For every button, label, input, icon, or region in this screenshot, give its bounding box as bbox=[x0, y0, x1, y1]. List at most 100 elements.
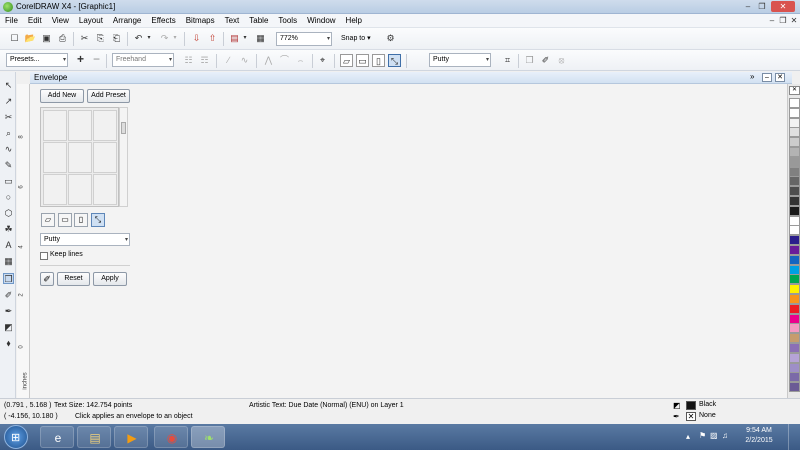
copy-icon[interactable]: ⎘ bbox=[94, 32, 107, 45]
envelope-target-icon[interactable]: ⌖ bbox=[316, 54, 329, 67]
preset-scrollbar[interactable] bbox=[119, 107, 128, 207]
menu-edit[interactable]: Edit bbox=[23, 14, 47, 28]
export-icon[interactable]: ⇧ bbox=[206, 32, 219, 45]
palette-swatch[interactable] bbox=[789, 323, 800, 334]
menu-text[interactable]: Text bbox=[220, 14, 245, 28]
double-arc-mode-icon[interactable]: ▯ bbox=[372, 54, 385, 67]
outline-none-swatch[interactable]: ✕ bbox=[686, 412, 696, 421]
apply-button[interactable]: Apply bbox=[93, 272, 127, 286]
menu-bitmaps[interactable]: Bitmaps bbox=[181, 14, 220, 28]
remove-preset-icon[interactable]: − bbox=[90, 53, 103, 66]
palette-swatch[interactable] bbox=[789, 372, 800, 383]
preset-preview-grid[interactable] bbox=[40, 107, 119, 207]
smooth-node-icon[interactable]: ⌒ bbox=[278, 54, 291, 67]
palette-swatch[interactable] bbox=[789, 98, 800, 108]
palette-swatch[interactable] bbox=[789, 176, 800, 187]
docker-single-arc-mode-icon[interactable]: ▭ bbox=[58, 213, 72, 227]
cusp-node-icon[interactable]: ⋀ bbox=[262, 54, 275, 67]
basic-shapes-tool-icon[interactable]: ☘ bbox=[3, 224, 14, 235]
application-launcher-icon[interactable]: ▤ bbox=[228, 32, 241, 45]
palette-swatch[interactable] bbox=[789, 205, 800, 216]
pick-tool-icon[interactable]: ↖ bbox=[3, 80, 14, 91]
create-envelope-from-icon[interactable]: ❒ bbox=[523, 54, 536, 67]
zoom-tool-icon[interactable]: ⌕ bbox=[3, 128, 14, 139]
keep-lines-checkbox[interactable] bbox=[40, 252, 48, 260]
launcher-dropdown-icon[interactable]: ▾ bbox=[241, 32, 249, 45]
cut-icon[interactable]: ✂ bbox=[78, 32, 91, 45]
no-color-swatch[interactable]: ✕ bbox=[789, 86, 800, 95]
rectangle-tool-icon[interactable]: ▭ bbox=[3, 176, 14, 187]
palette-swatch[interactable] bbox=[789, 382, 800, 393]
palette-swatch[interactable] bbox=[789, 303, 800, 314]
palette-swatch[interactable] bbox=[789, 156, 800, 167]
crop-tool-icon[interactable]: ✂ bbox=[3, 112, 14, 123]
table-tool-icon[interactable]: ▦ bbox=[3, 256, 14, 267]
palette-swatch[interactable] bbox=[789, 127, 800, 138]
taskbar-file-explorer[interactable]: ▤ bbox=[77, 426, 111, 448]
eyedropper-icon[interactable]: ✐ bbox=[539, 54, 552, 67]
palette-swatch[interactable] bbox=[789, 186, 800, 197]
unconstrained-mode-icon[interactable]: ⤡ bbox=[388, 54, 401, 67]
taskbar-coreldraw[interactable]: ❧ bbox=[191, 426, 225, 448]
symmetrical-node-icon[interactable]: ⌢ bbox=[294, 54, 307, 67]
redo-dropdown-icon[interactable]: ▾ bbox=[171, 32, 179, 45]
straight-line-mode-icon[interactable]: ▱ bbox=[340, 54, 353, 67]
reset-button[interactable]: Reset bbox=[57, 272, 90, 286]
palette-swatch[interactable] bbox=[789, 147, 800, 157]
snap-to-button[interactable]: Snap to ▾ bbox=[341, 34, 371, 42]
welcome-screen-icon[interactable]: ▦ bbox=[254, 32, 267, 45]
restore-button[interactable]: ❐ bbox=[755, 1, 769, 12]
scrollbar-thumb[interactable] bbox=[121, 122, 126, 134]
add-preset-button[interactable]: Add Preset bbox=[87, 89, 130, 103]
save-icon[interactable]: ▣ bbox=[40, 32, 53, 45]
menu-tools[interactable]: Tools bbox=[273, 14, 302, 28]
show-desktop-button[interactable] bbox=[788, 424, 800, 450]
paste-icon[interactable]: ⎗ bbox=[110, 32, 123, 45]
palette-swatch[interactable] bbox=[789, 294, 800, 304]
text-tool-icon[interactable]: A bbox=[3, 240, 14, 251]
menu-file[interactable]: File bbox=[0, 14, 23, 28]
add-new-button[interactable]: Add New bbox=[40, 89, 84, 103]
shape-tool-icon[interactable]: ↗ bbox=[3, 96, 14, 107]
eyedropper-tool-icon[interactable]: ✐ bbox=[3, 290, 14, 301]
palette-swatch[interactable] bbox=[789, 235, 800, 246]
palette-swatch[interactable] bbox=[789, 215, 800, 226]
redo-icon[interactable]: ↷ bbox=[158, 32, 171, 45]
fill-swatch[interactable] bbox=[686, 401, 696, 410]
add-node-icon[interactable]: ☷ bbox=[182, 54, 195, 67]
docker-eyedropper-icon[interactable]: ✐ bbox=[40, 272, 54, 286]
palette-swatch[interactable] bbox=[789, 137, 800, 148]
palette-swatch[interactable] bbox=[789, 166, 800, 177]
docker-straight-line-mode-icon[interactable]: ▱ bbox=[41, 213, 55, 227]
minimize-button[interactable]: – bbox=[741, 1, 755, 12]
to-line-icon[interactable]: ∕ bbox=[222, 54, 235, 67]
menu-view[interactable]: View bbox=[47, 14, 74, 28]
print-icon[interactable]: ⎙ bbox=[56, 32, 69, 45]
palette-swatch[interactable] bbox=[789, 264, 800, 275]
envelope-tool-icon[interactable]: ❒ bbox=[3, 273, 14, 284]
menu-help[interactable]: Help bbox=[341, 14, 367, 28]
menu-layout[interactable]: Layout bbox=[74, 14, 108, 28]
ellipse-tool-icon[interactable]: ○ bbox=[3, 192, 14, 203]
smart-fill-tool-icon[interactable]: ✎ bbox=[3, 160, 14, 171]
taskbar-media-player[interactable]: ▶ bbox=[114, 426, 148, 448]
palette-swatch[interactable] bbox=[789, 225, 800, 236]
docker-unconstrained-mode-icon[interactable]: ⤡ bbox=[91, 213, 105, 227]
palette-swatch[interactable] bbox=[789, 352, 800, 363]
undo-dropdown-icon[interactable]: ▾ bbox=[145, 32, 153, 45]
new-document-icon[interactable]: ☐ bbox=[8, 32, 21, 45]
docker-expand-icon[interactable]: » bbox=[750, 72, 754, 81]
palette-swatch[interactable] bbox=[789, 107, 800, 118]
volume-icon[interactable]: ♫ bbox=[722, 431, 728, 440]
options-gear-icon[interactable]: ⚙ bbox=[384, 32, 397, 45]
single-arc-mode-icon[interactable]: ▭ bbox=[356, 54, 369, 67]
freehand-tool-icon[interactable]: ∿ bbox=[3, 144, 14, 155]
palette-swatch[interactable] bbox=[789, 333, 800, 344]
fill-tool-icon[interactable]: ◩ bbox=[3, 322, 14, 333]
zoom-level-select[interactable]: 772% ▾ bbox=[276, 32, 332, 46]
polygon-tool-icon[interactable]: ⬡ bbox=[3, 208, 14, 219]
presets-select[interactable]: Presets... ▾ bbox=[6, 53, 68, 67]
to-curve-icon[interactable]: ∿ bbox=[238, 54, 251, 67]
network-icon[interactable]: ▨ bbox=[710, 431, 718, 440]
palette-swatch[interactable] bbox=[789, 245, 800, 255]
